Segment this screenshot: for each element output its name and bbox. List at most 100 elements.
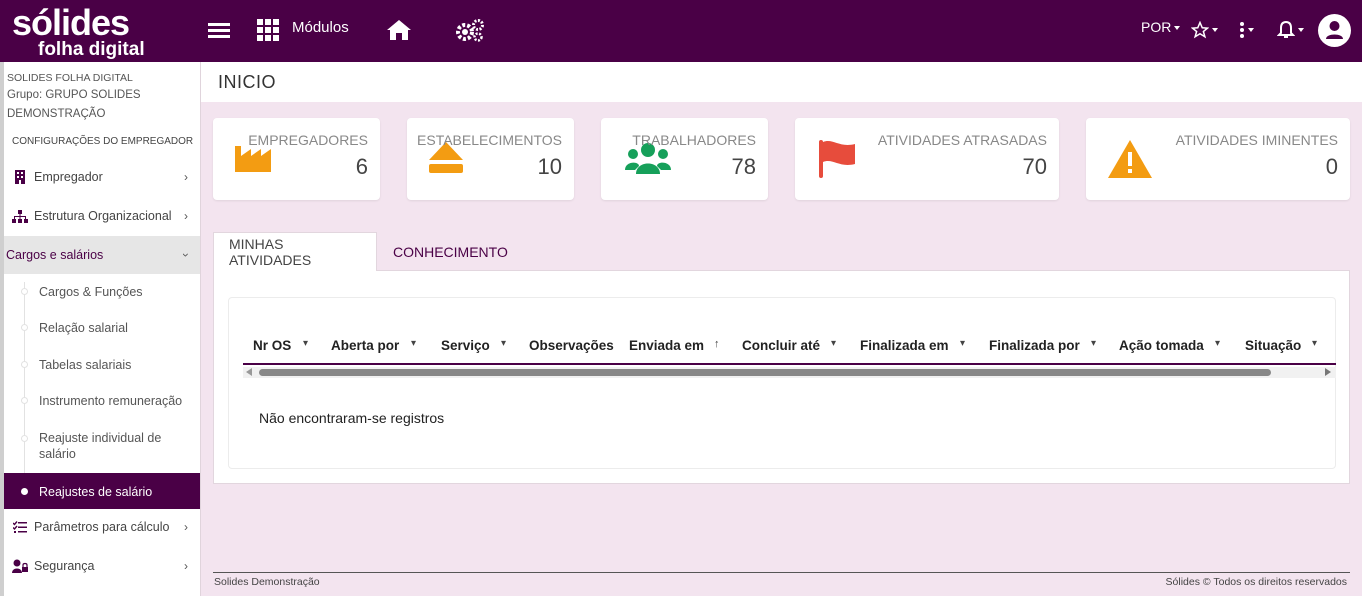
column-header-observacoes[interactable]: Observações bbox=[529, 338, 614, 353]
sidebar-scroll-edge bbox=[0, 62, 4, 596]
card-estabelecimentos[interactable]: ESTABELECIMENTOS 10 bbox=[407, 118, 574, 200]
page-title: INICIO bbox=[218, 72, 277, 92]
sort-down-icon[interactable]: ▾ bbox=[960, 338, 965, 349]
sidebar-subitem-reajuste-individual[interactable]: Reajuste individual de salário bbox=[0, 422, 200, 472]
scroll-left-icon[interactable] bbox=[246, 368, 252, 376]
vertical-dots-icon bbox=[1240, 22, 1244, 38]
card-atividades-atrasadas[interactable]: ATIVIDADES ATRASADAS 70 bbox=[795, 118, 1059, 200]
user-lock-icon bbox=[12, 559, 28, 573]
tab-minhas-atividades[interactable]: MINHAS ATIVIDADES bbox=[213, 232, 377, 271]
logo-text: sólides bbox=[12, 2, 130, 43]
scroll-right-icon[interactable] bbox=[1325, 368, 1331, 376]
footer-copyright: Sólides © Todos os direitos reservados bbox=[1165, 576, 1347, 588]
empty-message: Não encontraram-se registros bbox=[259, 410, 445, 426]
bullet-icon bbox=[21, 397, 28, 404]
flag-icon bbox=[819, 140, 857, 183]
settings-button[interactable] bbox=[455, 14, 485, 46]
sidebar: SOLIDES FOLHA DIGITAL Grupo: GRUPO SOLID… bbox=[0, 62, 201, 596]
group-subtitle: DEMONSTRAÇÃO bbox=[7, 108, 106, 120]
home-icon bbox=[387, 20, 411, 40]
sort-down-icon[interactable]: ▾ bbox=[411, 338, 416, 349]
sidebar-subitem-label: Relação salarial bbox=[39, 321, 128, 335]
bullet-icon bbox=[21, 324, 28, 331]
chevron-right-icon: › bbox=[184, 170, 188, 184]
column-header-finalizada-em[interactable]: Finalizada em bbox=[860, 338, 949, 353]
home-button[interactable] bbox=[386, 14, 412, 46]
sidebar-item-parametros-calculo[interactable]: Parâmetros para cálculo › bbox=[0, 508, 200, 546]
card-label: TRABALHADORES bbox=[632, 132, 756, 148]
sort-down-icon[interactable]: ▾ bbox=[1312, 338, 1317, 349]
logo[interactable]: sólides folha digital bbox=[10, 2, 170, 60]
card-value: 6 bbox=[355, 154, 368, 179]
sidebar-subitem-instrumento-remuneracao[interactable]: Instrumento remuneração bbox=[0, 383, 200, 419]
card-atividades-iminentes[interactable]: ATIVIDADES IMINENTES 0 bbox=[1086, 118, 1350, 200]
sort-down-icon[interactable]: ▾ bbox=[1215, 338, 1220, 349]
hamburger-icon bbox=[208, 23, 230, 38]
column-header-servico[interactable]: Serviço bbox=[441, 338, 490, 353]
bullet-icon bbox=[21, 488, 28, 495]
star-icon bbox=[1191, 21, 1209, 39]
warning-icon bbox=[1108, 140, 1152, 183]
sidebar-subitem-reajustes-de-salario[interactable]: Reajustes de salário bbox=[0, 473, 200, 509]
card-value: 78 bbox=[731, 154, 756, 179]
modules-label[interactable]: Módulos bbox=[292, 19, 349, 36]
card-label: ESTABELECIMENTOS bbox=[417, 132, 562, 148]
language-selector[interactable]: POR bbox=[1141, 19, 1181, 35]
user-avatar[interactable] bbox=[1318, 14, 1351, 47]
menu-toggle-button[interactable] bbox=[208, 14, 230, 46]
sidebar-subitem-relacao-salarial[interactable]: Relação salarial bbox=[0, 310, 200, 346]
column-header-situacao[interactable]: Situação bbox=[1245, 338, 1301, 353]
card-label: ATIVIDADES ATRASADAS bbox=[877, 132, 1047, 148]
card-label: EMPREGADORES bbox=[248, 132, 368, 148]
card-empregadores[interactable]: EMPREGADORES 6 bbox=[213, 118, 380, 200]
sort-down-icon[interactable]: ▾ bbox=[831, 338, 836, 349]
bell-icon bbox=[1277, 20, 1295, 38]
column-header-finalizada-por[interactable]: Finalizada por bbox=[989, 338, 1080, 353]
notifications-button[interactable] bbox=[1277, 14, 1304, 46]
sidebar-item-empregador[interactable]: Empregador › bbox=[0, 158, 200, 196]
scrollbar-thumb[interactable] bbox=[259, 369, 1271, 376]
sidebar-subitem-tabelas-salariais[interactable]: Tabelas salariais bbox=[0, 347, 200, 383]
logo-subtext: folha digital bbox=[38, 39, 145, 60]
chevron-down-icon bbox=[1174, 26, 1181, 31]
modules-button[interactable] bbox=[257, 14, 279, 46]
sort-down-icon[interactable]: ▾ bbox=[501, 338, 506, 349]
sidebar-item-label: Parâmetros para cálculo bbox=[34, 520, 170, 534]
language-label: POR bbox=[1141, 19, 1172, 35]
sort-up-icon[interactable]: ↑ bbox=[714, 338, 720, 350]
sitemap-icon bbox=[12, 209, 28, 223]
grid-header-border bbox=[243, 363, 1336, 365]
column-header-enviada-em[interactable]: Enviada em bbox=[629, 338, 704, 353]
chevron-right-icon: › bbox=[184, 520, 188, 534]
activities-grid: Nr OS ▾ Aberta por ▾ Serviço ▾ Observaçõ… bbox=[228, 297, 1336, 469]
sidebar-item-cargos-e-salarios[interactable]: Cargos e salários › bbox=[0, 236, 200, 274]
sidebar-subitem-label: Tabelas salariais bbox=[39, 358, 132, 372]
column-header-aberta-por[interactable]: Aberta por bbox=[331, 338, 399, 353]
sidebar-item-estrutura-organizacional[interactable]: Estrutura Organizacional › bbox=[0, 197, 200, 235]
more-options-button[interactable] bbox=[1239, 14, 1254, 46]
chevron-down-icon: › bbox=[179, 253, 193, 257]
group-name: Grupo: GRUPO SOLIDES bbox=[7, 89, 141, 101]
sidebar-subitem-label-line1: Reajuste individual de bbox=[39, 431, 162, 445]
card-value: 10 bbox=[537, 154, 562, 179]
sidebar-item-seguranca[interactable]: Segurança › bbox=[0, 547, 200, 585]
sidebar-subitem-label: Reajustes de salário bbox=[39, 485, 153, 499]
column-header-acao-tomada[interactable]: Ação tomada bbox=[1119, 338, 1204, 353]
favorites-button[interactable] bbox=[1191, 14, 1218, 46]
sort-down-icon[interactable]: ▾ bbox=[1091, 338, 1096, 349]
chevron-right-icon: › bbox=[184, 559, 188, 573]
card-trabalhadores[interactable]: TRABALHADORES 78 bbox=[601, 118, 768, 200]
sidebar-subitem-cargos-funcoes[interactable]: Cargos & Funções bbox=[0, 274, 200, 310]
tab-conhecimento[interactable]: CONHECIMENTO bbox=[378, 232, 523, 271]
sort-down-icon[interactable]: ▾ bbox=[303, 338, 308, 349]
column-header-concluir-ate[interactable]: Concluir até bbox=[742, 338, 820, 353]
list-check-icon bbox=[12, 521, 28, 533]
sidebar-item-label: Segurança bbox=[34, 559, 95, 573]
footer-divider bbox=[213, 572, 1350, 573]
grid-icon bbox=[257, 19, 279, 41]
page-header: INICIO bbox=[201, 62, 1362, 102]
column-header-nr-os[interactable]: Nr OS bbox=[253, 338, 291, 353]
footer-company: Solides Demonstração bbox=[214, 576, 320, 588]
company-name: SOLIDES FOLHA DIGITAL bbox=[7, 72, 133, 84]
top-bar: sólides folha digital Módulos POR bbox=[0, 0, 1362, 62]
